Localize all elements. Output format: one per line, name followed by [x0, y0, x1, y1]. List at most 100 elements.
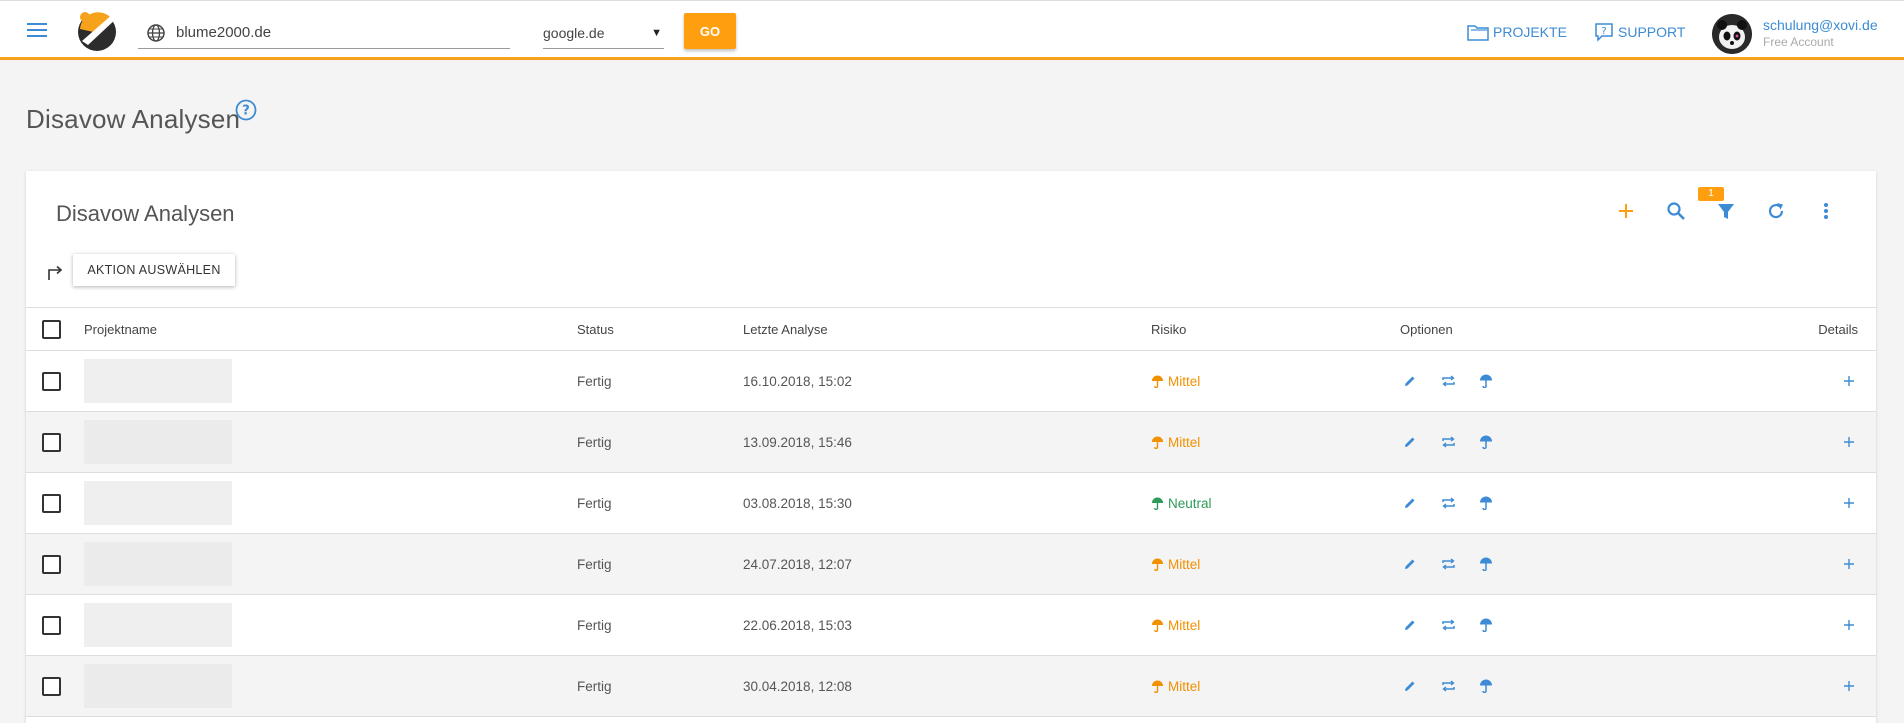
repeat-icon[interactable] — [1438, 371, 1458, 391]
umbrella-icon — [1151, 374, 1164, 388]
row-checkbox[interactable] — [42, 615, 61, 635]
nav-support-link[interactable]: ? SUPPORT — [1594, 21, 1685, 43]
row-status: Fertig — [577, 373, 612, 389]
edit-icon[interactable] — [1400, 371, 1420, 391]
umbrella-icon[interactable] — [1476, 554, 1496, 574]
table-row[interactable]: Fertig 30.04.2018, 12:08 Mittel — [26, 656, 1876, 717]
row-checkbox[interactable] — [42, 371, 61, 391]
nav-projects-link[interactable]: PROJEKTE — [1467, 21, 1567, 43]
table-row[interactable]: Fertig 22.06.2018, 15:03 Mittel — [26, 595, 1876, 656]
plus-icon[interactable] — [1840, 616, 1858, 634]
user-plan: Free Account — [1763, 35, 1834, 49]
analyses-table: Projektname Status Letzte Analyse Risiko… — [26, 307, 1876, 717]
risk-label: Mittel — [1168, 373, 1201, 389]
table-row[interactable]: Fertig 16.10.2018, 15:02 Mittel — [26, 351, 1876, 412]
repeat-icon[interactable] — [1438, 493, 1458, 513]
umbrella-icon — [1151, 679, 1164, 693]
globe-icon — [147, 23, 165, 42]
risk-label: Mittel — [1168, 678, 1201, 694]
row-date: 24.07.2018, 12:07 — [743, 556, 852, 572]
row-checkbox[interactable] — [42, 432, 61, 452]
nav-projects-label: PROJEKTE — [1493, 24, 1567, 40]
risk-badge: Mittel — [1151, 618, 1200, 633]
umbrella-icon[interactable] — [1476, 432, 1496, 452]
project-name-placeholder[interactable] — [84, 420, 232, 464]
risk-badge: Neutral — [1151, 496, 1212, 511]
risk-label: Mittel — [1168, 434, 1201, 450]
folder-icon — [1467, 25, 1489, 41]
row-status: Fertig — [577, 556, 612, 572]
nav-support-label: SUPPORT — [1618, 24, 1686, 40]
project-name-placeholder[interactable] — [84, 664, 232, 708]
xovi-logo[interactable] — [74, 7, 124, 53]
col-header-date[interactable]: Letzte Analyse — [743, 308, 828, 350]
repeat-icon[interactable] — [1438, 676, 1458, 696]
menu-icon[interactable] — [22, 17, 52, 43]
repeat-icon[interactable] — [1438, 432, 1458, 452]
row-checkbox[interactable] — [42, 554, 61, 574]
action-arrow-icon — [48, 265, 63, 280]
search-engine-select[interactable]: google.de ▼ — [543, 17, 664, 49]
select-all-checkbox[interactable] — [42, 319, 61, 339]
row-date: 13.09.2018, 15:46 — [743, 434, 852, 450]
svg-text:?: ? — [242, 104, 250, 119]
edit-icon[interactable] — [1400, 676, 1420, 696]
plus-icon[interactable] — [1840, 555, 1858, 573]
project-name-placeholder[interactable] — [84, 359, 232, 403]
edit-icon[interactable] — [1400, 432, 1420, 452]
risk-label: Neutral — [1168, 495, 1212, 511]
select-action-button[interactable]: AKTION AUSWÄHLEN — [73, 254, 235, 286]
row-checkbox[interactable] — [42, 676, 61, 696]
project-name-placeholder[interactable] — [84, 542, 232, 586]
row-date: 30.04.2018, 12:08 — [743, 678, 852, 694]
edit-icon[interactable] — [1400, 493, 1420, 513]
col-header-name[interactable]: Projektname — [84, 308, 157, 350]
risk-label: Mittel — [1168, 617, 1201, 633]
risk-badge: Mittel — [1151, 557, 1200, 572]
plus-icon[interactable] — [1840, 372, 1858, 390]
risk-badge: Mittel — [1151, 435, 1200, 450]
table-row[interactable]: Fertig 24.07.2018, 12:07 Mittel — [26, 534, 1876, 595]
project-name-placeholder[interactable] — [84, 481, 232, 525]
add-icon[interactable] — [1610, 195, 1642, 227]
col-header-details: Details — [1818, 321, 1858, 337]
user-email[interactable]: schulung@xovi.de — [1763, 17, 1878, 33]
risk-badge: Mittel — [1151, 679, 1200, 694]
chevron-down-icon: ▼ — [651, 26, 662, 39]
url-input[interactable] — [176, 24, 496, 41]
umbrella-icon[interactable] — [1476, 676, 1496, 696]
support-icon: ? — [1595, 23, 1613, 42]
umbrella-icon — [1151, 496, 1164, 510]
umbrella-icon[interactable] — [1476, 615, 1496, 635]
plus-icon[interactable] — [1840, 677, 1858, 695]
plus-icon[interactable] — [1840, 433, 1858, 451]
umbrella-icon — [1151, 557, 1164, 571]
table-row[interactable]: Fertig 03.08.2018, 15:30 Neutral — [26, 473, 1876, 534]
help-icon[interactable]: ? — [235, 99, 257, 121]
col-header-risk[interactable]: Risiko — [1151, 308, 1186, 350]
top-bar: google.de ▼ GO PROJEKTE ? SUPPORT schulu… — [0, 0, 1904, 60]
search-icon[interactable] — [1660, 195, 1692, 227]
edit-icon[interactable] — [1400, 615, 1420, 635]
go-button[interactable]: GO — [684, 13, 736, 49]
umbrella-icon — [1151, 618, 1164, 632]
col-header-status[interactable]: Status — [577, 308, 614, 350]
row-checkbox[interactable] — [42, 493, 61, 513]
refresh-icon[interactable] — [1760, 195, 1792, 227]
umbrella-icon[interactable] — [1476, 493, 1496, 513]
more-icon[interactable] — [1810, 195, 1842, 227]
repeat-icon[interactable] — [1438, 554, 1458, 574]
avatar[interactable] — [1712, 14, 1752, 54]
repeat-icon[interactable] — [1438, 615, 1458, 635]
row-status: Fertig — [577, 434, 612, 450]
edit-icon[interactable] — [1400, 554, 1420, 574]
umbrella-icon[interactable] — [1476, 371, 1496, 391]
col-header-options: Optionen — [1400, 321, 1453, 337]
project-name-placeholder[interactable] — [84, 603, 232, 647]
filter-icon[interactable] — [1710, 195, 1742, 227]
table-row[interactable]: Fertig 13.09.2018, 15:46 Mittel — [26, 412, 1876, 473]
plus-icon[interactable] — [1840, 494, 1858, 512]
url-field-wrapper — [138, 17, 510, 49]
row-status: Fertig — [577, 495, 612, 511]
risk-badge: Mittel — [1151, 374, 1200, 389]
